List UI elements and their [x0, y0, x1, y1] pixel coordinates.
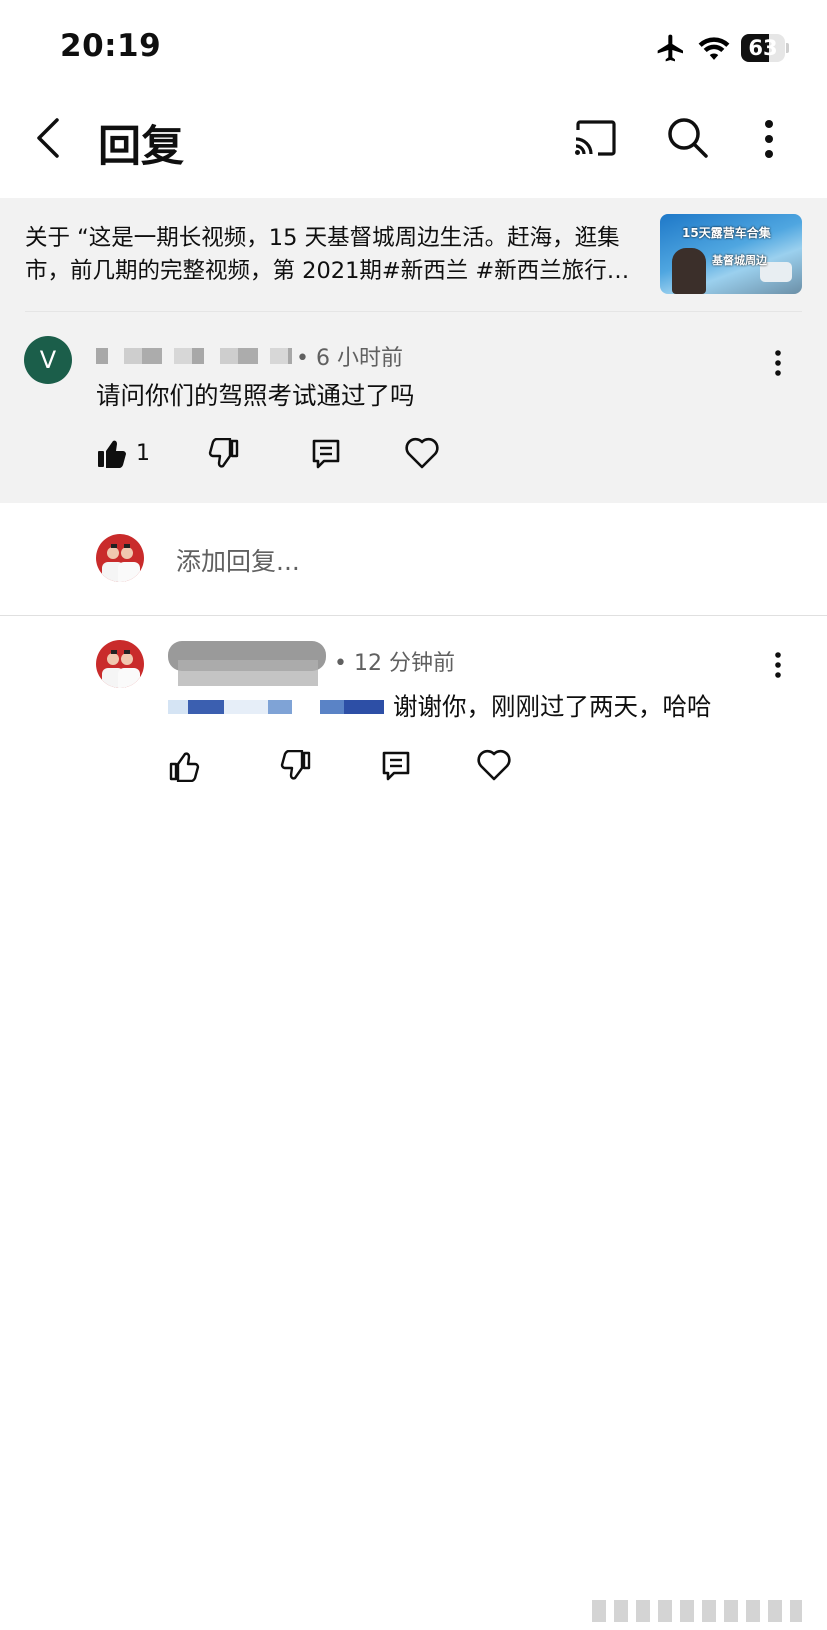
divider — [25, 311, 802, 312]
more-vert-icon[interactable] — [754, 116, 784, 162]
comment-text: 请问你们的驾照考试通过了吗 — [96, 381, 415, 410]
video-thumbnail[interactable]: 15天露营车合集 基督城周边 — [660, 214, 802, 294]
reply-timestamp: • 12 分钟前 — [334, 651, 455, 676]
heart-icon[interactable] — [476, 748, 512, 782]
video-context-text[interactable]: 关于 “这是一期长视频，15 天基督城周边生活。赶海，逛集 市，前几期的完整视频… — [25, 222, 645, 288]
reply-icon[interactable] — [310, 438, 342, 470]
video-context-line-1: 关于 “这是一期长视频，15 天基督城周边生活。赶海，逛集 — [25, 225, 620, 251]
reply-icon[interactable] — [380, 750, 412, 782]
battery-level: 63 — [748, 36, 778, 60]
avatar[interactable] — [96, 640, 144, 688]
thumbnail-person — [672, 248, 706, 294]
search-icon[interactable] — [664, 114, 710, 160]
like-count: 1 — [136, 441, 150, 466]
thumb-down-icon[interactable] — [208, 438, 240, 470]
back-icon[interactable] — [30, 112, 66, 164]
thumb-up-icon[interactable] — [168, 750, 200, 782]
comment-timestamp: • 6 小时前 — [296, 346, 403, 371]
divider — [0, 615, 827, 616]
cast-icon[interactable] — [572, 116, 620, 160]
reply-text: 谢谢你，刚刚过了两天，哈哈 — [393, 692, 712, 721]
thumbnail-caption: 15天露营车合集 — [682, 226, 771, 240]
thumbnail-subcaption: 基督城周边 — [712, 254, 767, 267]
avatar[interactable] — [96, 534, 144, 582]
airplane-icon — [657, 34, 683, 62]
redaction-blur — [178, 660, 318, 686]
add-reply-input[interactable]: 添加回复... — [176, 542, 300, 578]
avatar[interactable]: V — [24, 336, 72, 384]
battery-indicator: 63 — [741, 34, 789, 62]
mention-redacted — [168, 700, 384, 714]
comment-author-redacted[interactable] — [96, 348, 292, 364]
video-context-line-2: 市，前几期的完整视频，第 2021期#新西兰 #新西兰旅行… — [25, 258, 630, 284]
more-vert-icon[interactable] — [768, 348, 788, 378]
thumb-down-icon[interactable] — [280, 750, 312, 782]
wifi-icon — [698, 37, 730, 60]
status-time: 20:19 — [60, 28, 162, 64]
page-title: 回复 — [98, 122, 184, 172]
more-vert-icon[interactable] — [768, 650, 788, 680]
watermark-redacted — [592, 1600, 802, 1622]
heart-icon[interactable] — [404, 436, 440, 470]
thumb-up-icon[interactable] — [96, 438, 128, 470]
